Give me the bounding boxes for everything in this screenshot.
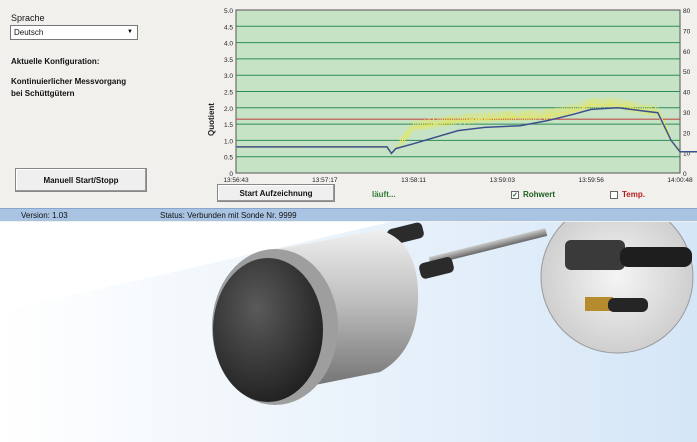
y-tick-label: 1.5 (224, 122, 233, 129)
raw-value-label: Rohwert (523, 190, 555, 199)
y2-tick-label: 40 (683, 90, 691, 97)
y-tick-label: 3.0 (224, 73, 233, 80)
y2-tick-label: 20 (683, 130, 691, 137)
language-select[interactable]: Deutsch ▼ (10, 25, 138, 40)
y-tick-label: 1.0 (224, 138, 233, 145)
chevron-down-icon[interactable]: ▼ (125, 27, 135, 38)
y2-tick-label: 30 (683, 110, 691, 117)
start-recording-button[interactable]: Start Aufzeichnung (217, 184, 335, 202)
y2-tick-label: 70 (683, 28, 691, 35)
checkbox-checked-icon[interactable]: ✓ (511, 190, 519, 199)
y-tick-label: 4.0 (224, 41, 233, 48)
y-tick-label: 2.0 (224, 106, 233, 113)
config-description-line1: Kontinuierlicher Messvorgang (11, 77, 127, 86)
config-description-line2: bei Schüttgütern (11, 89, 75, 98)
y-tick-label: 4.5 (224, 24, 233, 31)
x-tick-label: 13:57:17 (312, 177, 338, 182)
temperature-checkbox[interactable]: Temp. (610, 190, 645, 199)
language-label: Sprache (11, 13, 45, 23)
sensor-probe-image (0, 222, 697, 442)
y2-tick-label: 50 (683, 69, 691, 76)
manual-start-stop-button[interactable]: Manuell Start/Stopp (15, 168, 147, 192)
x-tick-label: 13:58:11 (401, 177, 426, 182)
probe-sensor-face (213, 258, 323, 402)
x-tick-label: 13:59:03 (490, 177, 516, 182)
raw-value-checkbox[interactable]: ✓ Rohwert (511, 190, 555, 199)
measurement-chart: 00.51.01.52.02.53.03.54.04.55.0010203040… (207, 8, 697, 182)
y-tick-label: 3.5 (224, 57, 233, 64)
x-tick-label: 14:00:48 (667, 177, 693, 182)
app-window: Sprache Deutsch ▼ Aktuelle Konfiguration… (0, 0, 697, 222)
y-tick-label: 5.0 (224, 8, 233, 15)
checkbox-unchecked-icon[interactable] (610, 190, 618, 199)
language-value: Deutsch (14, 28, 44, 37)
status-bar: Version: 1.03 Status: Verbunden mit Sond… (0, 208, 697, 221)
ground-cable-icon (608, 298, 648, 312)
y-tick-label: 2.5 (224, 90, 233, 97)
recording-status-text: läuft... (372, 190, 396, 199)
temperature-label: Temp. (622, 190, 645, 199)
connection-status-text: Status: Verbunden mit Sonde Nr. 9999 (160, 211, 297, 220)
y2-tick-label: 80 (683, 8, 691, 15)
config-title: Aktuelle Konfiguration: (11, 57, 100, 66)
cable-gland-icon (565, 240, 625, 270)
x-tick-label: 13:59:56 (579, 177, 605, 182)
y-axis-label: Quotient (207, 103, 216, 136)
version-text: Version: 1.03 (21, 211, 68, 220)
cable-icon (620, 247, 692, 267)
x-tick-label: 13:56:43 (223, 177, 249, 182)
y-tick-label: 0.5 (224, 155, 233, 162)
y2-tick-label: 60 (683, 49, 691, 56)
